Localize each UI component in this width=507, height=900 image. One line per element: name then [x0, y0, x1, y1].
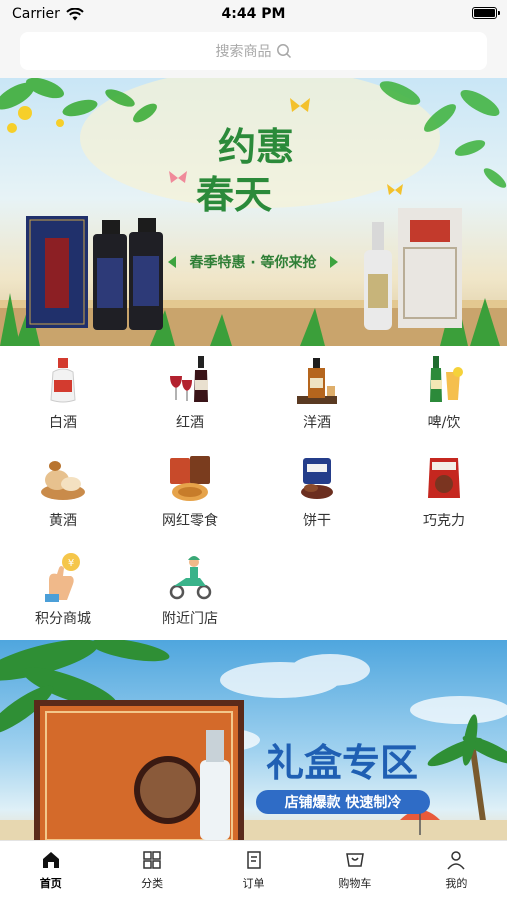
search-input[interactable]: 搜索商品 — [20, 32, 487, 70]
category-label: 积分商城 — [35, 611, 91, 627]
category-red-wine[interactable]: 红酒 — [127, 346, 253, 444]
whisky-icon — [297, 358, 337, 404]
tab-category[interactable]: 分类 — [101, 841, 202, 900]
category-foreign-liquor[interactable]: 洋酒 — [254, 346, 380, 444]
category-label: 洋酒 — [303, 415, 331, 431]
category-grid: 白酒 红酒 洋酒 啤/饮 黄酒 网红零食 饼干 巧克力 ¥ 积分商城 附近门店 — [0, 346, 507, 640]
gift-banner-title: 礼盒专区 — [266, 741, 418, 785]
banner-gift-art: 礼盒专区 店铺爆款 快速制冷 — [0, 640, 507, 840]
bottom-tab-bar: 首页 分类 订单 购物车 我的 — [0, 840, 507, 900]
tab-label: 订单 — [242, 877, 265, 890]
baijiu-bottle-icon — [50, 358, 76, 403]
chocolate-icon — [428, 458, 460, 498]
battery-icon — [472, 7, 500, 19]
huangjiu-icon — [41, 461, 85, 500]
banner-slogan: 春季特惠 · 等你来抢 — [188, 254, 317, 271]
status-bar: Carrier 4:44 PM — [0, 0, 507, 28]
banner-title-line2: 春天 — [196, 173, 272, 217]
biscuit-icon — [301, 458, 333, 499]
category-label: 巧克力 — [423, 513, 465, 529]
beer-drink-icon — [430, 356, 463, 402]
tab-label: 分类 — [141, 877, 164, 890]
category-label: 白酒 — [49, 415, 77, 431]
search-icon — [276, 44, 291, 59]
order-icon — [246, 851, 261, 869]
search-placeholder: 搜索商品 — [215, 44, 272, 60]
tab-orders[interactable]: 订单 — [203, 841, 304, 900]
gift-banner-tagline: 店铺爆款 快速制冷 — [285, 794, 402, 811]
snack-icon — [170, 456, 210, 501]
category-points-mall[interactable]: ¥ 积分商城 — [0, 542, 126, 640]
tab-label: 首页 — [39, 877, 62, 890]
category-label: 饼干 — [303, 513, 331, 529]
home-icon — [42, 852, 59, 868]
category-label: 红酒 — [176, 415, 204, 431]
promo-banner-spring[interactable]: 约惠 春天 春季特惠 · 等你来抢 — [0, 78, 507, 346]
svg-text:¥: ¥ — [68, 558, 74, 569]
category-chocolate[interactable]: 巧克力 — [381, 444, 507, 542]
red-wine-icon — [170, 356, 208, 402]
tab-label: 我的 — [445, 877, 468, 890]
category-nearby-stores[interactable]: 附近门店 — [127, 542, 253, 640]
banner-title-line1: 约惠 — [218, 125, 294, 169]
category-biscuits[interactable]: 饼干 — [254, 444, 380, 542]
nearby-store-icon — [169, 556, 212, 600]
tab-cart[interactable]: 购物车 — [304, 841, 405, 900]
search-bar-area: 搜索商品 — [0, 28, 507, 78]
category-grid-icon — [143, 851, 161, 869]
points-mall-icon: ¥ — [45, 553, 80, 602]
category-beer-drinks[interactable]: 啤/饮 — [381, 346, 507, 444]
tab-home[interactable]: 首页 — [0, 841, 101, 900]
category-label: 黄酒 — [49, 513, 77, 529]
category-snacks[interactable]: 网红零食 — [127, 444, 253, 542]
status-time: 4:44 PM — [221, 6, 286, 22]
category-label: 附近门店 — [162, 611, 218, 627]
category-huangjiu[interactable]: 黄酒 — [0, 444, 126, 542]
category-label: 啤/饮 — [427, 415, 461, 431]
category-baijiu[interactable]: 白酒 — [0, 346, 126, 444]
profile-icon — [447, 851, 465, 870]
tab-profile[interactable]: 我的 — [406, 841, 507, 900]
category-label: 网红零食 — [162, 513, 218, 529]
tab-label: 购物车 — [338, 877, 372, 890]
promo-banner-gift-box[interactable]: 礼盒专区 店铺爆款 快速制冷 — [0, 640, 507, 840]
banner-spring-art: 约惠 春天 春季特惠 · 等你来抢 — [0, 78, 507, 346]
cart-icon — [346, 853, 364, 867]
